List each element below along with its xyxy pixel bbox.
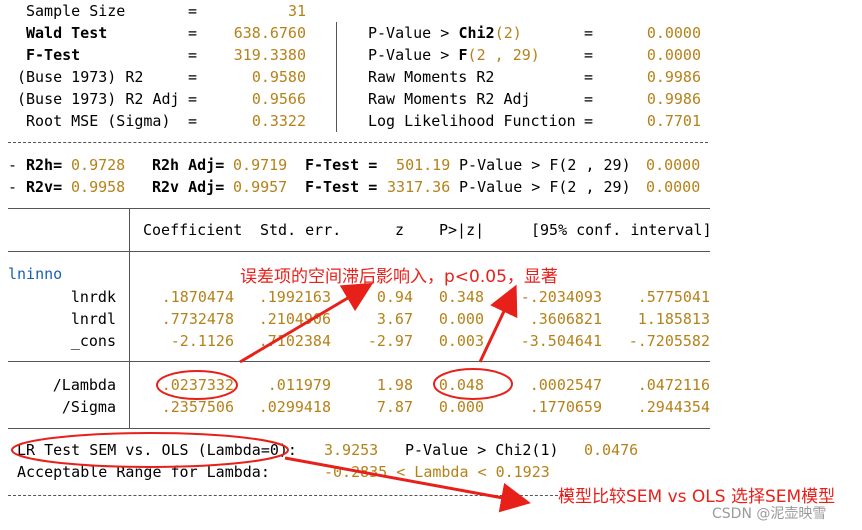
lambda-coef-highlight: [156, 370, 238, 400]
lambda-pvalue-highlight: [433, 368, 513, 400]
arrow-to-bottom-note: [284, 456, 531, 513]
arrow-to-top-note: [239, 282, 374, 364]
lr-test-highlight: [11, 432, 289, 468]
arrow-to-top-note-2: [478, 284, 518, 363]
annotation-top: 误差项的空间滞后影响入，p<0.05，显著: [240, 267, 558, 287]
watermark: CSDN @泥壶映雪: [712, 506, 827, 522]
